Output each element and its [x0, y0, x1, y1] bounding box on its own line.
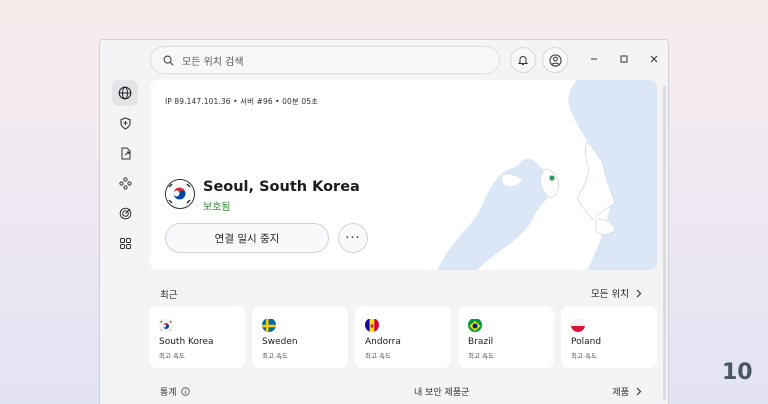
file-share-icon [121, 147, 130, 159]
recent-card-speed: 최고 속도 [468, 352, 494, 360]
sidebar-item-split-tunneling[interactable] [112, 140, 138, 166]
bell-icon [517, 56, 529, 65]
stats-label: 통계 [160, 388, 177, 398]
connected-location-marker [549, 175, 555, 181]
recent-card-south-korea[interactable]: South Korea 최고 속도 [149, 306, 245, 368]
bottom-section-headers: 통계 내 보안 제품군 제품 [100, 385, 668, 399]
products-label: 제품 [612, 388, 629, 398]
recent-card-name: Brazil [468, 337, 494, 347]
pause-connection-button[interactable]: 연결 일시 중지 [165, 223, 329, 253]
notifications-button[interactable] [510, 47, 536, 73]
search-input[interactable]: 모든 위치 검색 [150, 46, 500, 74]
watermark-logo: 10 [722, 360, 753, 385]
recent-card-name: South Korea [159, 337, 214, 347]
recent-card-name: Andorra [365, 337, 401, 347]
user-icon [548, 53, 562, 67]
meshnet-icon [118, 176, 132, 190]
more-options-button[interactable]: ··· [338, 223, 368, 253]
app-window: 모든 위치 검색 IP 89.147.101.36 • 서버 #96 • 00분… [99, 39, 669, 404]
recent-card-speed: 최고 속도 [365, 352, 391, 360]
sidebar-item-dark-web-monitor[interactable] [112, 200, 138, 226]
minimize-icon [591, 58, 597, 60]
kr-flag-icon [165, 179, 195, 209]
search-placeholder: 모든 위치 검색 [182, 56, 244, 68]
recent-locations-list: South Korea 최고 속도 Sweden 최고 속도 Andorra 최… [149, 306, 657, 368]
sidebar-item-meshnet[interactable] [112, 170, 138, 196]
recent-card-speed: 최고 속도 [262, 352, 288, 360]
recent-card-speed: 최고 속도 [159, 352, 185, 360]
se-flag-icon [262, 318, 276, 332]
chevron-right-icon [636, 387, 642, 396]
recent-card-brazil[interactable]: Brazil 최고 속도 [458, 306, 554, 368]
products-link[interactable]: 제품 [612, 385, 642, 398]
recent-card-poland[interactable]: Poland 최고 속도 [561, 306, 657, 368]
sidebar-item-apps[interactable] [112, 230, 138, 256]
sidebar-item-vpn[interactable] [112, 80, 138, 106]
minimize-button[interactable] [585, 50, 603, 68]
all-locations-label: 모든 위치 [591, 289, 629, 300]
recent-card-andorra[interactable]: Andorra 최고 속도 [355, 306, 451, 368]
recent-title: 최근 [160, 290, 178, 301]
recent-card-sweden[interactable]: Sweden 최고 속도 [252, 306, 348, 368]
stats-header[interactable]: 통계 [160, 385, 190, 398]
ad-flag-icon [365, 318, 379, 332]
scrollbar[interactable] [663, 86, 666, 400]
info-icon [180, 387, 190, 396]
all-locations-link[interactable]: 모든 위치 [591, 286, 642, 300]
sidebar-item-threat-protection[interactable] [112, 110, 138, 136]
connection-details: IP 89.147.101.36 • 서버 #96 • 00분 05초 [165, 97, 319, 106]
recent-card-name: Poland [571, 337, 602, 347]
pl-flag-icon [571, 318, 585, 332]
account-button[interactable] [542, 47, 568, 73]
sidebar [100, 80, 150, 404]
br-flag-icon [468, 318, 482, 332]
close-button[interactable] [645, 50, 663, 68]
recent-card-name: Sweden [262, 337, 298, 347]
title-bar: 모든 위치 검색 [100, 40, 668, 80]
maximize-icon [620, 55, 628, 63]
shield-icon [119, 116, 131, 130]
globe-icon [118, 86, 132, 100]
chevron-right-icon [636, 289, 642, 297]
connection-card: IP 89.147.101.36 • 서버 #96 • 00분 05초 Seou… [150, 80, 657, 270]
status-badge: 보호됨 [203, 202, 231, 213]
search-icon [163, 55, 174, 65]
maximize-button[interactable] [615, 50, 633, 68]
security-suite-label: 내 보안 제품군 [414, 388, 470, 398]
connected-city: Seoul, South Korea [203, 179, 360, 195]
world-map [437, 80, 657, 270]
close-icon [650, 55, 658, 63]
kr-flag-icon [159, 318, 173, 332]
grid-icon [119, 237, 131, 249]
recent-card-speed: 최고 속도 [571, 352, 597, 360]
radar-icon [119, 207, 131, 219]
